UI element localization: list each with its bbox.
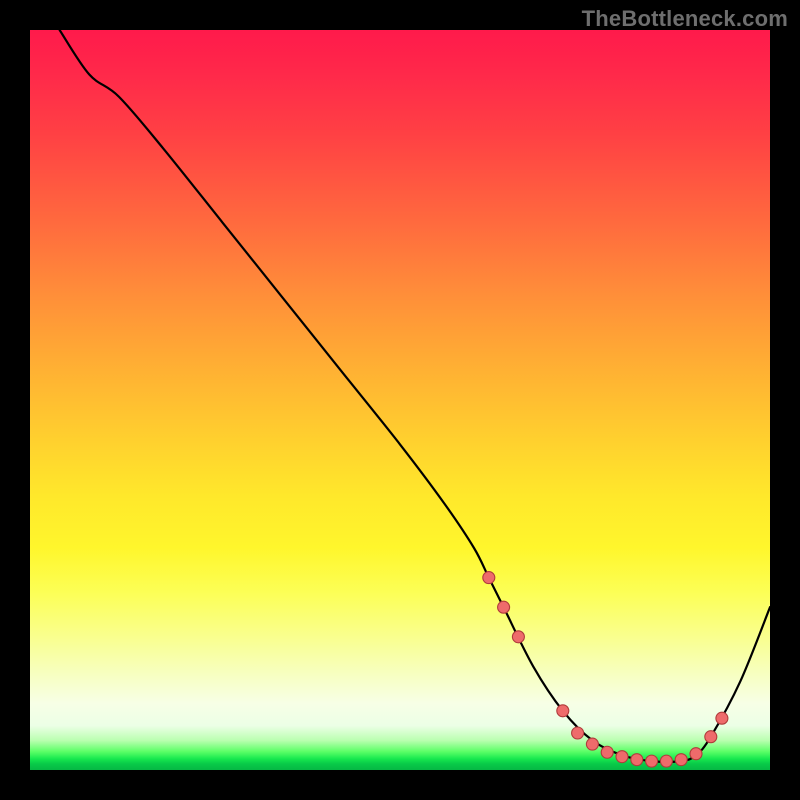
- curve-marker: [675, 754, 687, 766]
- chart-frame: TheBottleneck.com: [0, 0, 800, 800]
- curve-marker: [616, 751, 628, 763]
- curve-marker: [586, 738, 598, 750]
- curve-marker: [498, 601, 510, 613]
- marker-group: [483, 572, 728, 768]
- curve-marker: [572, 727, 584, 739]
- curve-marker: [646, 755, 658, 767]
- curve-svg: [30, 30, 770, 770]
- curve-marker: [631, 754, 643, 766]
- curve-marker: [660, 755, 672, 767]
- curve-marker: [483, 572, 495, 584]
- curve-marker: [716, 712, 728, 724]
- watermark-text: TheBottleneck.com: [582, 6, 788, 32]
- curve-marker: [690, 748, 702, 760]
- curve-marker: [705, 731, 717, 743]
- bottleneck-curve: [60, 30, 770, 762]
- plot-area: [30, 30, 770, 770]
- curve-marker: [557, 705, 569, 717]
- curve-marker: [601, 746, 613, 758]
- curve-marker: [512, 631, 524, 643]
